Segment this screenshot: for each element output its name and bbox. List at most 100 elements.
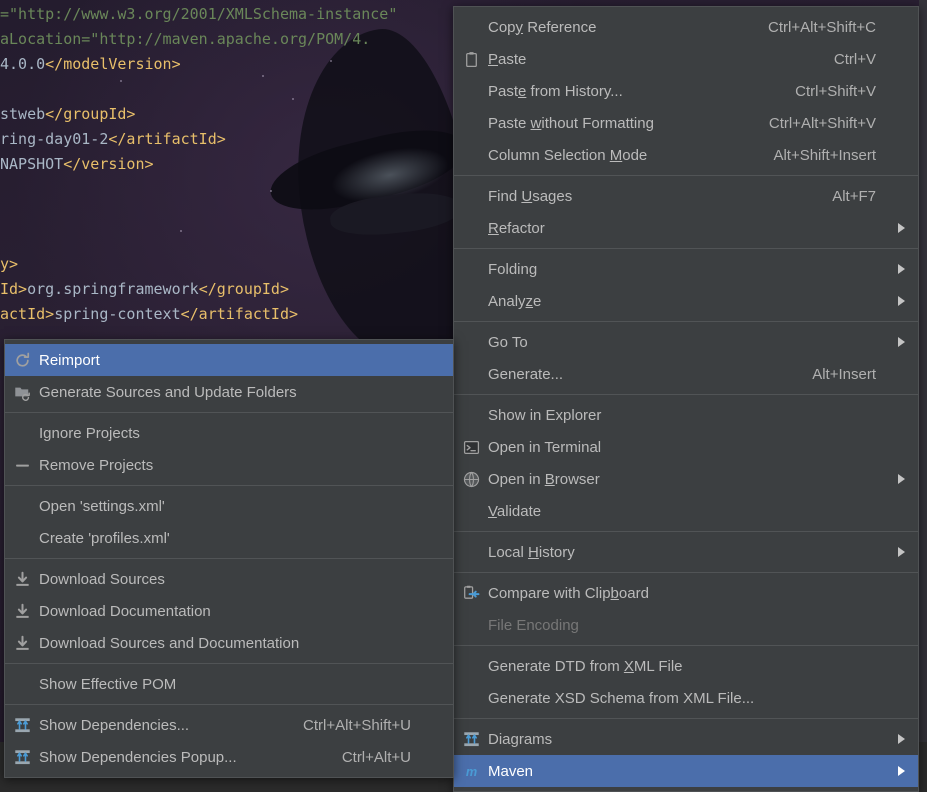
menu-item-label-post: ithout Formatting [541,114,654,132]
menu-item-label: File Encoding [488,617,876,634]
menu-item-label: Find Usages [488,188,810,205]
menu-item-label-pre: Show Dependencies Popup... [39,748,237,766]
icon-placeholder [454,212,488,244]
menu-item-label: Paste from History... [488,83,773,100]
menu-separator [454,718,918,719]
menu-item-label: Remove Projects [39,457,411,474]
menu-item-label-pre: Open in Terminal [488,438,602,456]
menu-item-open-settings-xml[interactable]: Open 'settings.xml' [5,490,453,522]
menu-item-maven[interactable]: m Maven [454,755,918,787]
diagram-icon [5,709,39,741]
code-line: stweb</groupId> [0,102,460,127]
code-token: actId> [0,305,55,323]
menu-item-diagrams[interactable]: Diagrams [454,723,918,755]
menu-item-create-profiles-xml[interactable]: Create 'profiles.xml' [5,522,453,554]
menu-item-open-in-browser[interactable]: Open in Browser [454,463,918,495]
menu-item-show-dependencies[interactable]: Show Dependencies... Ctrl+Alt+Shift+U [5,709,453,741]
menu-item-show-effective-pom[interactable]: Show Effective POM [5,668,453,700]
menu-item-label-post: e [533,292,542,310]
terminal-icon [454,431,488,463]
menu-item-refactor[interactable]: Refactor [454,212,918,244]
menu-item-show-in-explorer[interactable]: Show in Explorer [454,399,918,431]
menu-item-label: Download Sources [39,571,411,588]
submenu-arrow-icon [894,547,908,557]
menu-item-column-selection-mode[interactable]: Column Selection Mode Alt+Shift+Insert [454,139,918,171]
menu-item-shortcut: Ctrl+V [833,50,876,68]
menu-item-mnemonic: R [488,219,499,237]
icon-placeholder [454,107,488,139]
menu-item-mnemonic: H [528,543,539,561]
menu-item-copy-reference[interactable]: Copy Reference Ctrl+Alt+Shift+C [454,11,918,43]
menu-item-analyze[interactable]: Analyze [454,285,918,317]
code-line: y> [0,252,460,277]
menu-item-label: Reimport [39,352,411,369]
menu-item-label-pre: Remove Projects [39,456,154,474]
menu-item-label-pre: Generate Sources and Update Folders [39,383,297,401]
menu-separator [454,175,918,176]
menu-item-generate[interactable]: Generate... Alt+Insert [454,358,918,390]
menu-item-label-post: oard [618,584,649,602]
editor-context-menu[interactable]: Copy Reference Ctrl+Alt+Shift+C Paste Ctrl+… [453,6,919,792]
menu-item-find-usages[interactable]: Find Usages Alt+F7 [454,180,918,212]
code-token: org.springframework [27,280,199,298]
menu-item-label-post: efactor [498,219,545,237]
menu-item-label-post: from History... [526,82,623,100]
chevron-right-icon [897,766,905,776]
menu-separator [454,321,918,322]
menu-item-local-history[interactable]: Local History [454,536,918,568]
code-token: stweb [0,105,46,123]
editor-scrollbar[interactable] [919,0,927,742]
menu-item-compare-with-clipboard[interactable]: Compare with Clipboard [454,577,918,609]
menu-item-label-pre: File Encoding [488,616,579,634]
code-token: </artifactId> [108,130,226,148]
menu-item-label: Generate XSD Schema from XML File... [488,690,876,707]
menu-item-generate-sources-and-update-folders[interactable]: Generate Sources and Update Folders [5,376,453,408]
menu-item-paste[interactable]: Paste Ctrl+V [454,43,918,75]
chevron-right-icon [897,547,905,557]
menu-item-download-documentation[interactable]: Download Documentation [5,595,453,627]
menu-item-label: Create 'profiles.xml' [39,530,411,547]
menu-item-label-pre: Open in [488,470,545,488]
menu-item-label: Folding [488,261,876,278]
menu-item-folding[interactable]: Folding [454,253,918,285]
menu-item-shortcut: Ctrl+Alt+U [341,748,411,766]
menu-item-label-post: rowser [554,470,600,488]
menu-item-go-to[interactable]: Go To [454,326,918,358]
menu-item-label-pre: Ignore Projects [39,424,140,442]
minus-icon [5,449,39,481]
menu-item-paste-without-formatting[interactable]: Paste without Formatting Ctrl+Alt+Shift+V [454,107,918,139]
menu-item-label-pre: Reimport [39,351,100,369]
menu-item-shortcut: Alt+Insert [812,365,876,383]
code-text: ="http://www.w3.org/2001/XMLSchema-insta… [0,0,460,352]
menu-item-paste-from-history[interactable]: Paste from History... Ctrl+Shift+V [454,75,918,107]
maven-submenu[interactable]: Reimport Generate Sources and Update Fold… [4,339,454,778]
menu-item-generate-dtd-from-xml-file[interactable]: Generate DTD from XML File [454,650,918,682]
code-token: aLocation="http://maven.apache.org/POM/4… [0,30,371,48]
menu-item-mnemonic: X [623,657,634,675]
code-line: NAPSHOT</version> [0,152,460,177]
menu-item-label-pre: Generate DTD from [488,657,624,675]
menu-item-download-sources-and-documentation[interactable]: Download Sources and Documentation [5,627,453,659]
menu-item-show-dependencies-popup[interactable]: Show Dependencies Popup... Ctrl+Alt+U [5,741,453,773]
menu-item-label-pre: Go To [488,333,528,351]
menu-item-label: Diagrams [488,731,876,748]
menu-item-label-pre: Past [488,82,519,100]
menu-item-ignore-projects[interactable]: Ignore Projects [5,417,453,449]
menu-item-label: Analyze [488,293,876,310]
menu-item-download-sources[interactable]: Download Sources [5,563,453,595]
menu-item-mnemonic: P [488,50,499,68]
menu-item-label-post: aste [498,50,527,68]
browser-globe-icon [454,463,488,495]
menu-item-generate-xsd-schema-from-xml-file[interactable]: Generate XSD Schema from XML File... [454,682,918,714]
menu-item-open-in-terminal[interactable]: Open in Terminal [454,431,918,463]
menu-item-reimport[interactable]: Reimport [5,344,453,376]
refresh-icon [5,344,39,376]
menu-item-remove-projects[interactable]: Remove Projects [5,449,453,481]
menu-item-label: Open 'settings.xml' [39,498,411,515]
menu-item-validate[interactable]: Validate [454,495,918,527]
menu-separator [454,572,918,573]
menu-separator [454,394,918,395]
